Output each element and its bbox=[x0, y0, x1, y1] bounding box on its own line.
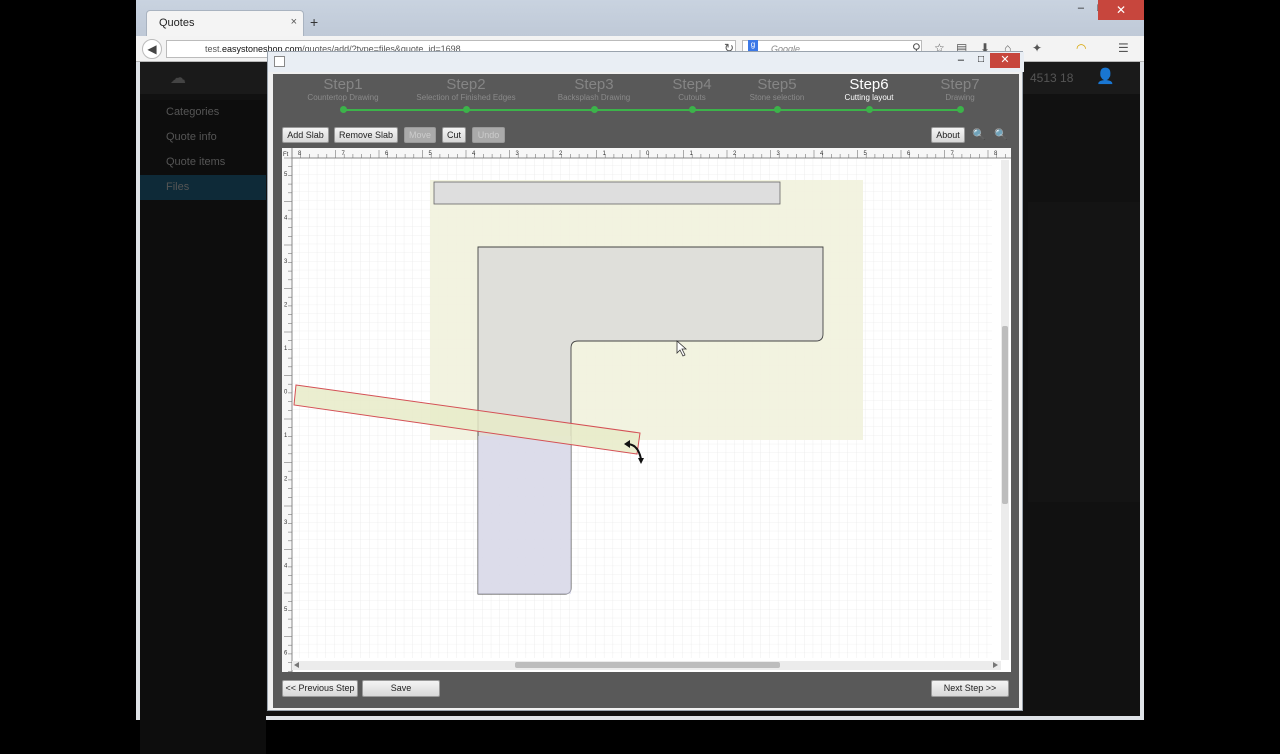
step-1[interactable]: Step1 Countertop Drawing bbox=[307, 76, 378, 102]
app-icon bbox=[274, 56, 285, 67]
previous-step-button[interactable]: << Previous Step bbox=[282, 680, 358, 697]
vertical-ruler: 543210123456 bbox=[282, 148, 293, 672]
step-dot bbox=[463, 106, 470, 113]
zoom-in-icon[interactable]: 🔍 bbox=[994, 128, 1008, 142]
step-3[interactable]: Step3 Backsplash Drawing bbox=[558, 76, 630, 102]
step-subtitle: Cutouts bbox=[678, 93, 706, 102]
tab-title: Quotes bbox=[159, 17, 195, 29]
step-4[interactable]: Step4 Cutouts bbox=[672, 76, 711, 102]
about-button[interactable]: About bbox=[931, 127, 965, 143]
menu-icon[interactable]: ☰ bbox=[1118, 41, 1129, 55]
step-5[interactable]: Step5 Stone selection bbox=[750, 76, 805, 102]
sidebar: Categories Quote info Quote items Files bbox=[140, 100, 266, 754]
step-dot bbox=[340, 106, 347, 113]
step-title: Step1 bbox=[323, 76, 363, 93]
save-button[interactable]: Save bbox=[362, 680, 440, 697]
step-subtitle: Cutting layout bbox=[844, 93, 894, 102]
step-dot bbox=[689, 106, 696, 113]
sidebar-item-categories[interactable]: Categories bbox=[140, 100, 266, 125]
step-title: Step2 bbox=[446, 76, 486, 93]
step-subtitle: Stone selection bbox=[749, 93, 805, 102]
step-dot bbox=[957, 106, 964, 113]
sidebar-item-label: Quote info bbox=[166, 131, 217, 143]
move-button[interactable]: Move bbox=[404, 127, 436, 143]
step-subtitle: Drawing bbox=[945, 93, 975, 102]
step-progress: Step1 Countertop Drawing Step2 Selection o… bbox=[273, 74, 1019, 116]
step-dot bbox=[774, 106, 781, 113]
cut-button[interactable]: Cut bbox=[442, 127, 466, 143]
sidebar-item-label: Quote items bbox=[166, 156, 226, 168]
ruler-corner-label: Ft bbox=[283, 152, 289, 158]
back-arrow-icon: ◀ bbox=[147, 42, 157, 56]
dialog-close-button[interactable]: ✕ bbox=[990, 53, 1020, 68]
tab-strip: Quotes × + – □ ✕ bbox=[136, 0, 1144, 36]
sidebar-item-label: Categories bbox=[166, 106, 220, 118]
minimize-button[interactable]: – bbox=[1078, 2, 1084, 14]
step-dot bbox=[866, 106, 873, 113]
step-subtitle: Selection of Finished Edges bbox=[416, 93, 516, 102]
window-close-button[interactable]: ✕ bbox=[1098, 0, 1144, 20]
header-number: 4513 18 bbox=[1030, 71, 1074, 85]
step-title: Step6 bbox=[849, 76, 889, 93]
google-icon: g bbox=[748, 40, 758, 51]
step-title: Step4 bbox=[672, 76, 712, 93]
dialog-body: Step1 Countertop Drawing Step2 Selection o… bbox=[273, 74, 1019, 708]
horizontal-scroll-thumb[interactable] bbox=[515, 662, 780, 668]
cloud-icon: ☁ bbox=[170, 70, 186, 87]
horizontal-ruler: 87654321012345678 bbox=[282, 148, 1011, 159]
dialog-maximize-button[interactable]: □ bbox=[978, 54, 984, 65]
sidebar-item-quote-items[interactable]: Quote items bbox=[140, 150, 266, 175]
step-title: Step3 bbox=[574, 76, 614, 93]
cutting-canvas[interactable]: 87654321012345678 543210123456 Ft bbox=[282, 148, 1011, 672]
dialog-minimize-button[interactable]: – bbox=[958, 54, 964, 66]
extension-icon[interactable]: ✦ bbox=[1032, 41, 1042, 55]
vertical-scroll-thumb[interactable] bbox=[1002, 326, 1008, 504]
user-icon[interactable]: 👤 bbox=[1096, 67, 1115, 85]
dialog-titlebar: – □ ✕ bbox=[268, 52, 1024, 72]
step-dot bbox=[591, 106, 598, 113]
url-prefix: test. bbox=[205, 44, 223, 54]
step-subtitle: Countertop Drawing bbox=[307, 93, 379, 102]
sidebar-item-files[interactable]: Files bbox=[140, 175, 266, 200]
next-step-button[interactable]: Next Step >> bbox=[931, 680, 1009, 697]
step-6[interactable]: Step6 Cutting layout bbox=[845, 76, 894, 102]
remove-slab-button[interactable]: Remove Slab bbox=[334, 127, 398, 143]
add-slab-button[interactable]: Add Slab bbox=[282, 127, 329, 143]
step-title: Step5 bbox=[757, 76, 797, 93]
sidebar-item-label: Files bbox=[166, 181, 190, 193]
step-7[interactable]: Step7 Drawing bbox=[940, 76, 979, 102]
backsplash-piece[interactable] bbox=[433, 181, 781, 205]
rainbow-icon[interactable]: ◠ bbox=[1076, 41, 1086, 55]
step-2[interactable]: Step2 Selection of Finished Edges bbox=[416, 76, 515, 102]
undo-button[interactable]: Undo bbox=[472, 127, 505, 143]
tab-close-icon[interactable]: × bbox=[291, 16, 297, 28]
cutting-layout-dialog: – □ ✕ Step1 Countertop Drawing Step2 Selec… bbox=[267, 51, 1024, 711]
new-tab-button[interactable]: + bbox=[310, 14, 318, 30]
canvas-svg: 87654321012345678 543210123456 Ft bbox=[282, 148, 1011, 672]
countertop-overlap-region bbox=[478, 436, 571, 594]
back-button[interactable]: ◀ bbox=[142, 39, 162, 59]
browser-tab[interactable]: Quotes × bbox=[146, 10, 304, 36]
background-table bbox=[1028, 202, 1140, 502]
sidebar-item-quote-info[interactable]: Quote info bbox=[140, 125, 266, 150]
step-subtitle: Backsplash Drawing bbox=[557, 93, 631, 102]
step-title: Step7 bbox=[940, 76, 980, 93]
zoom-out-icon[interactable]: 🔍 bbox=[972, 128, 986, 142]
